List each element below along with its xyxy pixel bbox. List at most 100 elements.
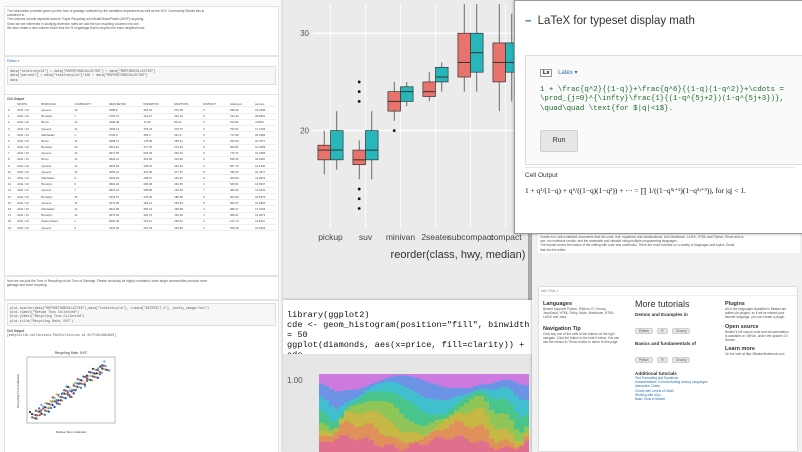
code-editor-2[interactable]: plot.scatter(data["REFUSETONSCOLLECTED"]… bbox=[7, 303, 276, 326]
tutorial-link[interactable]: Basic Tools in Beaker bbox=[635, 397, 715, 401]
histogram-band bbox=[419, 426, 425, 435]
histogram-band bbox=[519, 374, 525, 385]
histogram-band bbox=[329, 442, 335, 452]
scatter-point bbox=[74, 388, 77, 391]
histogram-band bbox=[494, 429, 500, 444]
histogram-band bbox=[404, 387, 410, 401]
histogram-band bbox=[459, 413, 465, 423]
histogram-band bbox=[369, 391, 375, 402]
table-cell: 518.46 bbox=[229, 224, 255, 232]
scatter-point bbox=[72, 392, 75, 395]
scatter-point bbox=[42, 407, 45, 410]
histogram-band bbox=[384, 401, 390, 419]
histogram-band bbox=[454, 436, 460, 452]
scatter-point bbox=[55, 398, 58, 401]
cell-language-selector[interactable]: Python ▾ bbox=[7, 59, 276, 63]
scatter-point bbox=[51, 399, 55, 402]
table-cell: 291.63 bbox=[142, 224, 174, 232]
histogram-band bbox=[364, 374, 370, 387]
scatter-point bbox=[70, 388, 73, 391]
scatter-point bbox=[87, 370, 91, 374]
histogram-band bbox=[359, 414, 365, 427]
scatter-point bbox=[97, 367, 100, 370]
histogram-band bbox=[494, 442, 500, 451]
histogram-band bbox=[524, 435, 529, 442]
histogram-band bbox=[489, 409, 495, 426]
box bbox=[435, 66, 449, 83]
histogram-band bbox=[504, 414, 510, 429]
histogram-band bbox=[339, 435, 345, 452]
histogram-band bbox=[349, 405, 355, 413]
code-cell-1[interactable]: Python ▾ data["totalrecycle"] = data["PA… bbox=[4, 56, 279, 96]
scatter-point bbox=[68, 395, 71, 398]
run-button[interactable]: Run bbox=[540, 130, 578, 152]
basics-groovy-button[interactable]: Groovy bbox=[672, 357, 691, 364]
demo-r-button[interactable]: R bbox=[657, 328, 668, 335]
histogram-band bbox=[464, 414, 470, 427]
scatter-point bbox=[28, 410, 32, 414]
more-tutorials-heading: More tutorials bbox=[635, 299, 690, 309]
boxplot-marks bbox=[317, 4, 519, 210]
collapse-toggle-icon[interactable]: – bbox=[525, 15, 531, 27]
scatter-point bbox=[76, 378, 79, 381]
code-editor[interactable]: data["totalrecycle"] = data["PAPERTONSCO… bbox=[7, 66, 276, 85]
histogram-band bbox=[474, 374, 480, 387]
histogram-band bbox=[519, 441, 525, 445]
histogram-band bbox=[479, 440, 485, 452]
histogram-band bbox=[504, 379, 510, 388]
cell-language-selector[interactable]: ### HTML ▾ bbox=[539, 287, 797, 297]
latex-code-editor[interactable]: 1 + \frac{q^2}{(1-q)}+\frac{q^6}{(1-q)(1… bbox=[540, 86, 784, 114]
left-column: Languages Beaker supports Python, IPytho… bbox=[543, 301, 621, 344]
histogram-band bbox=[329, 436, 335, 443]
histogram-band bbox=[424, 381, 430, 399]
histogram-band bbox=[419, 439, 425, 446]
basics-r-button[interactable]: R bbox=[657, 357, 668, 364]
table-cell: 226.83 bbox=[173, 224, 203, 232]
histogram-band bbox=[464, 394, 470, 398]
latex-input-cell[interactable]: Lx Latex ▾ 1 + \frac{q^2}{(1-q)}+\frac{q… bbox=[525, 55, 802, 165]
scatter-point bbox=[82, 375, 85, 378]
histogram-band bbox=[369, 400, 375, 411]
scatter-point bbox=[44, 402, 47, 405]
histogram-band bbox=[504, 399, 510, 415]
histogram-band bbox=[409, 402, 415, 423]
histogram-band bbox=[329, 429, 335, 434]
histogram-band bbox=[319, 411, 325, 424]
latex-cell-icon: Lx bbox=[540, 69, 553, 77]
basics-python-button[interactable]: Python bbox=[635, 357, 653, 364]
histogram-band bbox=[334, 431, 340, 440]
histogram-band bbox=[374, 374, 380, 383]
histogram-band bbox=[374, 400, 380, 412]
box bbox=[457, 32, 471, 78]
rendered-math: 1 + q²/(1−q) + q⁶/((1−q)(1−q²)) + ··· = … bbox=[525, 186, 746, 195]
histogram-band bbox=[354, 400, 360, 405]
scatter-point bbox=[99, 365, 102, 368]
histogram-band bbox=[414, 424, 420, 433]
histogram-band bbox=[409, 376, 415, 391]
mid-line: garbage and more recycling. bbox=[7, 283, 48, 288]
code-line: library(ggplot2) bbox=[287, 310, 370, 320]
latex-section-header[interactable]: – LaTeX for typeset display math bbox=[525, 15, 695, 27]
r-code-block[interactable]: library(ggplot2) cde <- geom_histogram(p… bbox=[287, 310, 533, 360]
histogram-band bbox=[494, 381, 500, 390]
demos-heading: Demos and Examples in bbox=[635, 312, 688, 317]
scatter-point bbox=[66, 391, 69, 394]
histogram-band bbox=[434, 374, 440, 385]
histogram-band bbox=[394, 394, 400, 408]
histogram-band bbox=[519, 432, 525, 442]
histogram-band bbox=[329, 405, 335, 421]
histogram-band bbox=[479, 374, 485, 385]
cell-language-selector[interactable]: Latex ▾ bbox=[558, 70, 577, 76]
histogram-band bbox=[519, 384, 525, 400]
histogram-band bbox=[349, 374, 355, 390]
scatter-point bbox=[78, 382, 81, 385]
histogram-band bbox=[464, 374, 470, 389]
code-cell-2[interactable]: plot.scatter(data["REFUSETONSCOLLECTED"]… bbox=[4, 300, 279, 452]
histogram-band bbox=[499, 398, 505, 414]
demo-python-button[interactable]: Python bbox=[635, 328, 653, 335]
table-cell: 9 bbox=[73, 224, 108, 232]
histogram-band bbox=[524, 440, 529, 452]
demo-groovy-button[interactable]: Groovy bbox=[672, 328, 691, 335]
histogram-band bbox=[519, 399, 525, 418]
html-cell[interactable]: ### HTML ▾ Languages Beaker supports Pyt… bbox=[538, 286, 798, 452]
